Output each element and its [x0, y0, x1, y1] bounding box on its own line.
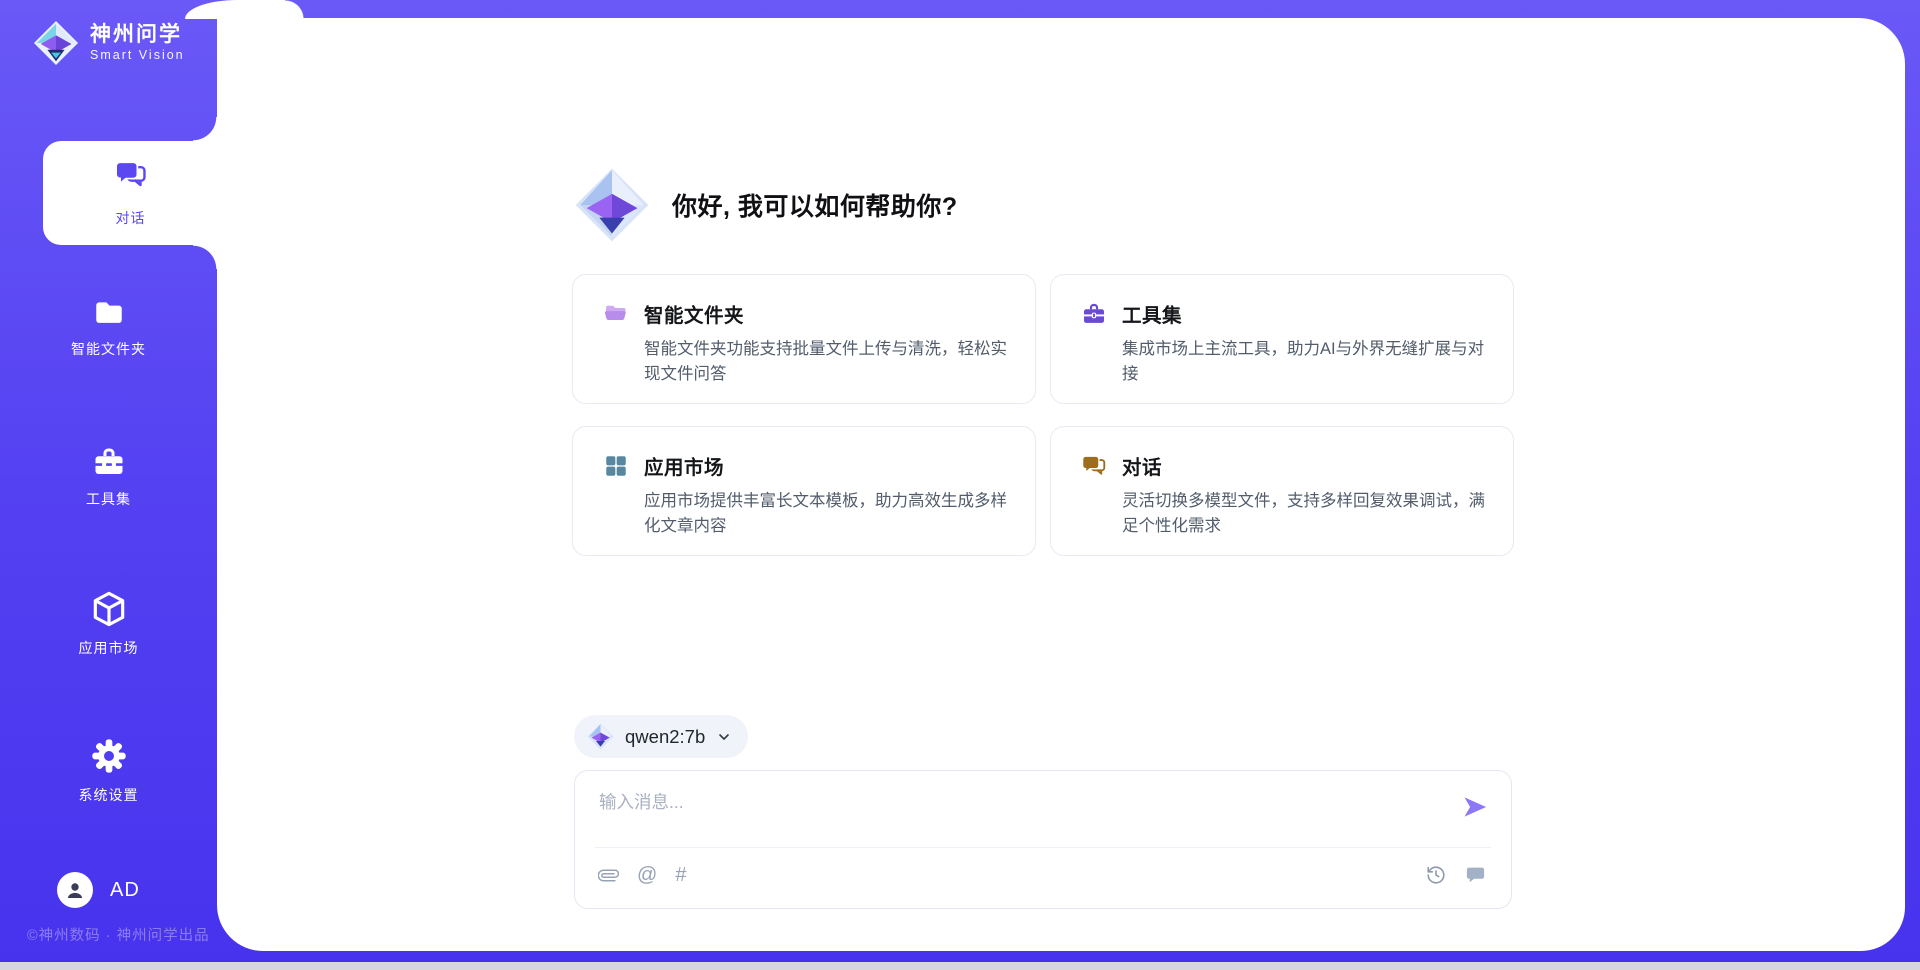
message-input[interactable]	[597, 787, 1401, 841]
hashtag-icon[interactable]: #	[675, 863, 686, 887]
model-selector[interactable]: qwen2:7b	[574, 715, 748, 758]
sidebar-item-label: 对话	[116, 208, 146, 228]
mention-icon[interactable]: @	[637, 863, 657, 887]
avatar	[57, 872, 93, 908]
user-profile[interactable]: AD	[57, 872, 140, 908]
card-smart-folder[interactable]: 智能文件夹 智能文件夹功能支持批量文件上传与清洗，轻松实现文件问答	[572, 274, 1036, 404]
sidebar-item-toolset[interactable]: 工具集	[0, 444, 217, 509]
sidebar-item-label: 系统设置	[0, 785, 217, 805]
sidebar-item-label: 应用市场	[0, 638, 217, 658]
feature-cards: 智能文件夹 智能文件夹功能支持批量文件上传与清洗，轻松实现文件问答 工具集 集成…	[572, 274, 1514, 556]
sidebar-item-settings[interactable]: 系统设置	[0, 736, 217, 805]
apps-grid-icon	[603, 453, 629, 479]
card-chat[interactable]: 对话 灵活切换多模型文件，支持多样回复效果调试，满足个性化需求	[1050, 426, 1514, 556]
cube-icon	[89, 589, 129, 629]
copyright-text: ©神州数码 · 神州问学出品	[27, 924, 210, 945]
card-title: 智能文件夹	[644, 299, 744, 328]
app-title: 神州问学	[90, 23, 185, 47]
greeting-text: 你好, 我可以如何帮助你?	[672, 187, 958, 223]
app-subtitle: Smart Vision	[90, 47, 185, 63]
main-panel: 你好, 我可以如何帮助你? 智能文件夹 智能文件夹功能支持批量文件上传与清洗，轻…	[217, 18, 1905, 951]
chat-icon	[1081, 453, 1107, 479]
model-name: qwen2:7b	[625, 726, 705, 748]
briefcase-icon	[1081, 301, 1107, 327]
active-tab-fillet-bottom	[193, 245, 217, 269]
panel-top-wave-fillet	[285, 0, 304, 19]
sidebar-item-app-market[interactable]: 应用市场	[0, 589, 217, 658]
person-icon	[63, 878, 87, 902]
toolbox-icon	[90, 444, 128, 480]
quick-reply-icon[interactable]	[1464, 863, 1487, 886]
folder-icon	[90, 296, 128, 330]
card-description: 应用市场提供丰富长文本模板，助力高效生成多样化文章内容	[644, 489, 1009, 539]
sidebar-item-chat[interactable]: 对话	[43, 141, 218, 245]
chevron-down-icon	[716, 729, 732, 745]
active-tab-fillet-top	[193, 117, 217, 141]
card-app-market[interactable]: 应用市场 应用市场提供丰富长文本模板，助力高效生成多样化文章内容	[572, 426, 1036, 556]
sidebar-item-label: 智能文件夹	[0, 339, 217, 359]
greeting: 你好, 我可以如何帮助你?	[574, 168, 958, 242]
send-button[interactable]	[1461, 793, 1489, 821]
app-logo: 神州问学 Smart Vision	[33, 20, 185, 66]
attachment-icon[interactable]	[598, 865, 619, 886]
sidebar-item-smart-folder[interactable]: 智能文件夹	[0, 296, 217, 359]
brand-diamond-icon	[33, 20, 79, 66]
chat-icon	[114, 158, 148, 192]
send-icon	[1461, 793, 1489, 821]
sidebar-item-label: 工具集	[0, 489, 217, 509]
brand-diamond-icon	[574, 167, 650, 243]
card-title: 应用市场	[644, 451, 724, 480]
bottom-scrollbar-strip[interactable]	[0, 962, 1920, 970]
gear-icon	[89, 736, 129, 776]
folder-open-icon	[603, 301, 629, 327]
message-composer: @ #	[574, 770, 1512, 909]
user-name: AD	[110, 879, 140, 902]
brand-diamond-icon	[587, 723, 614, 750]
composer-divider	[595, 847, 1491, 848]
card-toolset[interactable]: 工具集 集成市场上主流工具，助力AI与外界无缝扩展与对接	[1050, 274, 1514, 404]
card-title: 对话	[1122, 451, 1162, 480]
card-description: 灵活切换多模型文件，支持多样回复效果调试，满足个性化需求	[1122, 489, 1487, 539]
card-description: 智能文件夹功能支持批量文件上传与清洗，轻松实现文件问答	[644, 337, 1009, 387]
card-description: 集成市场上主流工具，助力AI与外界无缝扩展与对接	[1122, 337, 1487, 387]
card-title: 工具集	[1122, 299, 1182, 328]
history-icon[interactable]	[1425, 864, 1447, 886]
